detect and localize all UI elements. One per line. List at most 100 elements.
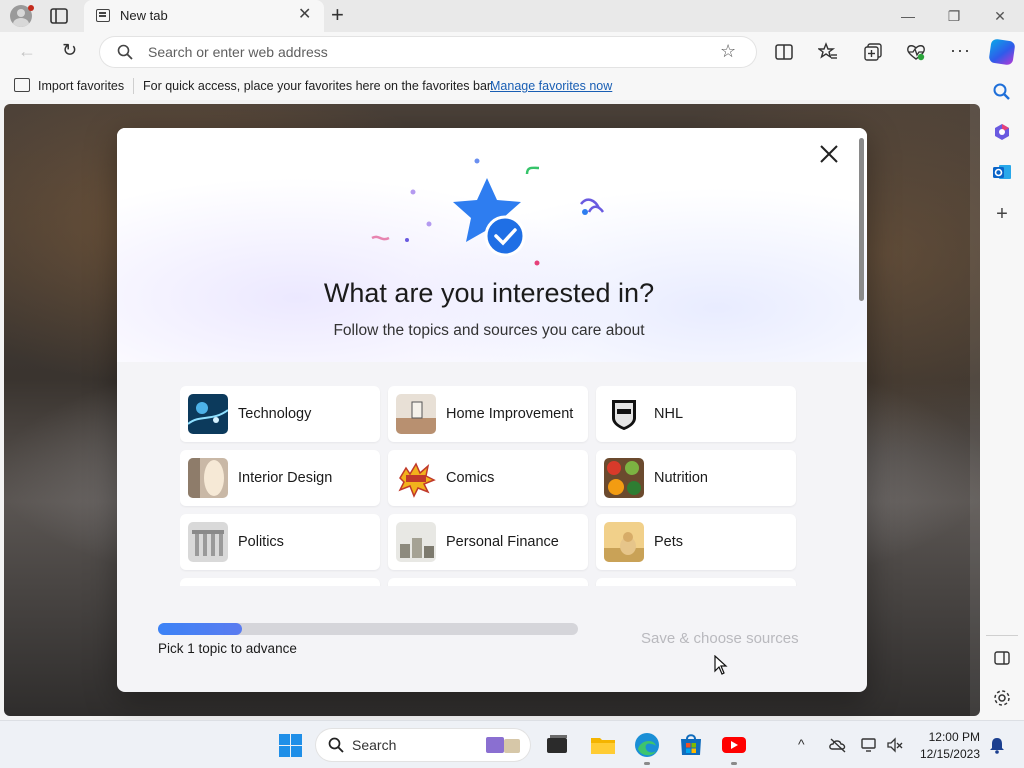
topic-label: Pets xyxy=(654,534,684,550)
add-sidebar-app-icon[interactable]: + xyxy=(992,204,1012,224)
interior-design-thumb xyxy=(188,458,228,498)
outlook-icon[interactable] xyxy=(992,162,1012,182)
nhl-logo xyxy=(604,394,644,434)
dialog-header: What are you interested in? Follow the t… xyxy=(117,128,867,362)
topic-label: Comics xyxy=(446,470,495,486)
sidebar-settings-icon[interactable] xyxy=(992,688,1012,708)
close-dialog-icon[interactable] xyxy=(817,142,841,166)
manage-favorites-link[interactable]: Manage favorites now xyxy=(490,79,612,93)
windows-start-icon[interactable] xyxy=(279,734,302,757)
add-favorite-icon[interactable]: ☆ xyxy=(720,41,736,62)
tab-bar: New tab ✕ + — ❐ ✕ xyxy=(0,0,1024,32)
search-icon xyxy=(328,737,344,753)
toolbar: ← ↻ Search or enter web address ☆ ··· xyxy=(0,32,1024,72)
tab-actions-icon[interactable] xyxy=(50,8,68,24)
refresh-icon[interactable]: ↻ xyxy=(62,40,77,61)
star-check-icon xyxy=(371,158,605,266)
copilot-icon[interactable] xyxy=(988,38,1016,66)
search-icon[interactable] xyxy=(992,82,1012,102)
topic-comics[interactable]: Comics xyxy=(388,450,588,506)
new-tab-button[interactable]: + xyxy=(331,3,344,27)
dialog-scrollbar[interactable] xyxy=(859,138,864,301)
onedrive-offline-icon[interactable] xyxy=(829,736,847,754)
topic-label: Personal Finance xyxy=(446,534,559,550)
collections-icon[interactable] xyxy=(863,42,883,62)
favorites-bar-message: For quick access, place your favorites h… xyxy=(143,79,494,93)
close-tab-icon[interactable]: ✕ xyxy=(298,7,311,23)
dialog-title: What are you interested in? xyxy=(323,278,655,308)
comics-thumb xyxy=(396,458,436,498)
browser-essentials-icon[interactable] xyxy=(906,42,926,62)
split-screen-icon[interactable] xyxy=(774,42,794,62)
notification-dot xyxy=(28,5,34,11)
interests-dialog: What are you interested in? Follow the t… xyxy=(117,128,867,692)
progress-bar xyxy=(158,623,578,635)
microsoft-store-icon[interactable] xyxy=(678,732,704,758)
youtube-icon[interactable] xyxy=(721,732,747,758)
dialog-subtitle: Follow the topics and sources you care a… xyxy=(333,322,645,339)
pets-thumb xyxy=(604,522,644,562)
save-choose-sources-button[interactable]: Save & choose sources xyxy=(641,630,799,647)
topic-nhl[interactable]: NHL xyxy=(596,386,796,442)
politics-thumb xyxy=(188,522,228,562)
topic-card-partial[interactable] xyxy=(596,578,796,586)
favorites-divider xyxy=(133,78,134,94)
running-indicator xyxy=(731,762,737,765)
topic-card-partial[interactable] xyxy=(180,578,380,586)
file-explorer-icon[interactable] xyxy=(590,732,616,758)
notifications-bell-icon[interactable] xyxy=(988,736,1006,754)
topic-label: Politics xyxy=(238,534,284,550)
running-indicator xyxy=(644,762,650,765)
taskbar: Search ^ 12:00 PM 12/15/2023 xyxy=(0,720,1024,768)
tab-title: New tab xyxy=(120,8,168,23)
volume-muted-icon[interactable] xyxy=(886,736,904,754)
task-view-icon[interactable] xyxy=(544,732,570,758)
edge-icon[interactable] xyxy=(634,732,660,758)
favorites-bar: Import favorites For quick access, place… xyxy=(0,72,980,100)
tab-new-tab[interactable]: New tab ✕ xyxy=(84,0,324,32)
topic-home-improvement[interactable]: Home Improvement xyxy=(388,386,588,442)
settings-and-more-icon[interactable]: ··· xyxy=(950,40,970,60)
clock-time[interactable]: 12:00 PM xyxy=(918,730,980,744)
personal-finance-thumb xyxy=(396,522,436,562)
microsoft-365-icon[interactable] xyxy=(992,122,1012,142)
taskbar-search-label: Search xyxy=(352,737,397,753)
topic-politics[interactable]: Politics xyxy=(180,514,380,570)
topic-interior-design[interactable]: Interior Design xyxy=(180,450,380,506)
back-icon[interactable]: ← xyxy=(18,41,36,62)
clock-date[interactable]: 12/15/2023 xyxy=(912,747,980,761)
import-favorites-button[interactable]: Import favorites xyxy=(38,79,124,93)
new-tab-page-icon xyxy=(96,9,110,22)
topic-label: Technology xyxy=(238,406,312,422)
technology-thumb xyxy=(188,394,228,434)
restore-icon[interactable]: ❐ xyxy=(944,6,964,26)
progress-fill xyxy=(158,623,242,635)
topic-pets[interactable]: Pets xyxy=(596,514,796,570)
page-scrollbar[interactable] xyxy=(970,104,980,716)
topic-technology[interactable]: Technology xyxy=(180,386,380,442)
topic-label: NHL xyxy=(654,406,684,422)
sidebar-divider xyxy=(986,635,1018,636)
topic-grid: Technology Home Improvement NHL Interior… xyxy=(180,386,800,586)
topic-card-partial[interactable] xyxy=(388,578,588,586)
progress-label: Pick 1 topic to advance xyxy=(158,641,297,656)
search-icon xyxy=(117,44,133,60)
taskbar-search-box[interactable]: Search xyxy=(316,729,530,761)
topic-personal-finance[interactable]: Personal Finance xyxy=(388,514,588,570)
import-favorites-icon[interactable] xyxy=(14,78,30,92)
network-icon[interactable] xyxy=(860,736,878,754)
minimize-icon[interactable]: — xyxy=(898,6,918,26)
address-bar[interactable]: Search or enter web address ☆ xyxy=(100,37,756,67)
favorites-icon[interactable] xyxy=(818,42,838,62)
home-improvement-thumb xyxy=(396,394,436,434)
show-hidden-icons[interactable]: ^ xyxy=(798,736,816,754)
address-input[interactable]: Search or enter web address xyxy=(148,44,328,60)
edge-sidebar: + xyxy=(980,72,1024,720)
topic-label: Home Improvement xyxy=(446,406,574,422)
topic-label: Nutrition xyxy=(654,470,708,486)
close-window-icon[interactable]: ✕ xyxy=(990,6,1010,26)
mouse-cursor-icon xyxy=(714,655,728,675)
topic-label: Interior Design xyxy=(238,470,333,486)
hide-sidebar-icon[interactable] xyxy=(992,648,1012,668)
topic-nutrition[interactable]: Nutrition xyxy=(596,450,796,506)
